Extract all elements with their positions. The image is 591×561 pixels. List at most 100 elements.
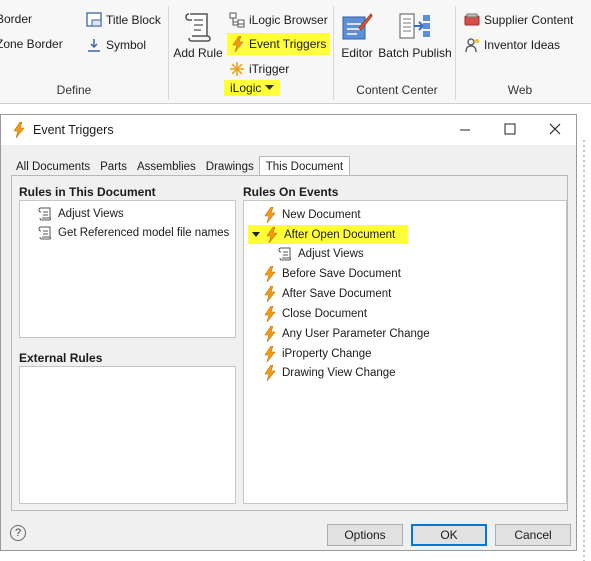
editor-label: Editor <box>341 46 373 60</box>
event-name: After Save Document <box>282 288 392 300</box>
supplier-content-icon <box>464 12 480 28</box>
rule-scroll-icon <box>278 247 292 261</box>
lightning-icon <box>264 346 276 362</box>
help-glyph: ? <box>14 527 22 539</box>
rules-on-events-label: Rules On Events <box>243 185 339 199</box>
lightning-icon <box>13 122 25 138</box>
event-triggers-dialog: Event Triggers All Documents Parts Assem… <box>0 114 577 551</box>
ilogic-browser-label: iLogic Browser <box>249 13 328 27</box>
add-rule-button[interactable]: Add Rule <box>172 10 224 60</box>
inventor-ideas-label: Inventor Ideas <box>484 38 561 52</box>
separator <box>455 6 456 100</box>
tab-parts[interactable]: Parts <box>95 158 132 176</box>
event-triggers-button[interactable]: Event Triggers <box>227 33 331 55</box>
event-item[interactable]: iProperty Change <box>264 346 372 362</box>
border-label: Border <box>0 12 33 26</box>
border-button[interactable]: Border <box>0 12 32 26</box>
event-name: Close Document <box>282 308 368 320</box>
event-item[interactable]: Before Save Document <box>264 266 401 282</box>
ilogic-browser-button[interactable]: iLogic Browser <box>229 12 328 28</box>
editor-icon <box>339 10 375 42</box>
dialog-title: Event Triggers <box>33 123 114 137</box>
scroll-icon <box>172 10 224 42</box>
batch-publish-button[interactable]: Batch Publish <box>378 10 452 60</box>
rules-in-document-label: Rules in This Document <box>19 185 156 199</box>
close-button[interactable] <box>547 121 563 137</box>
person-icon <box>464 37 480 53</box>
inventor-ideas-button[interactable]: Inventor Ideas <box>464 37 560 53</box>
rule-name: Adjust Views <box>298 248 364 260</box>
event-name: Drawing View Change <box>282 367 396 379</box>
drawing-canvas <box>578 140 591 561</box>
lightning-icon <box>264 266 276 282</box>
separator <box>168 6 169 100</box>
symbol-label: Symbol <box>106 38 147 52</box>
list-item[interactable]: Get Referenced model file names <box>38 226 229 240</box>
zone-border-label: Zone Border <box>0 37 63 51</box>
maximize-button[interactable] <box>502 121 518 137</box>
tab-panel: Rules in This Document Adjust Views Get … <box>11 175 568 511</box>
title-block-label: Title Block <box>106 13 161 27</box>
lightning-icon <box>264 326 276 342</box>
supplier-content-button[interactable]: Supplier Content <box>464 12 573 28</box>
external-rules-label: External Rules <box>19 351 103 365</box>
event-name: New Document <box>282 209 361 221</box>
event-child-rule[interactable]: Adjust Views <box>278 247 364 261</box>
cancel-button[interactable]: Cancel <box>495 524 571 546</box>
itrigger-button[interactable]: iTrigger <box>229 61 289 77</box>
event-item-expanded[interactable]: After Open Document <box>248 225 408 244</box>
lightning-icon <box>264 365 276 381</box>
tab-drawings[interactable]: Drawings <box>201 158 259 176</box>
ilogic-group-dropdown[interactable]: iLogic <box>224 80 281 96</box>
spark-icon <box>229 61 245 77</box>
web-group-label: Web <box>507 83 533 97</box>
content-center-group-label: Content Center <box>356 83 438 97</box>
supplier-content-label: Supplier Content <box>484 13 574 27</box>
event-item[interactable]: Drawing View Change <box>264 365 396 381</box>
tab-assemblies[interactable]: Assemblies <box>132 158 201 176</box>
rule-name: Adjust Views <box>58 208 124 220</box>
lightning-icon <box>264 207 276 223</box>
batch-publish-label: Batch Publish <box>378 46 452 60</box>
define-group-label: Define <box>56 83 92 97</box>
itrigger-label: iTrigger <box>249 62 290 76</box>
dialog-titlebar: Event Triggers <box>1 115 576 145</box>
ok-button[interactable]: OK <box>411 524 487 546</box>
rule-name: Get Referenced model file names <box>58 227 230 239</box>
batch-publish-icon <box>378 10 452 42</box>
rule-scroll-icon <box>38 226 52 240</box>
minimize-button[interactable] <box>457 121 473 137</box>
editor-button[interactable]: Editor <box>339 10 375 60</box>
event-name: iProperty Change <box>282 348 372 360</box>
event-name: Any User Parameter Change <box>282 328 430 340</box>
browser-tree-icon <box>229 12 245 28</box>
event-item[interactable]: New Document <box>264 207 361 223</box>
title-block-icon <box>86 12 102 28</box>
lightning-icon <box>264 306 276 322</box>
options-button[interactable]: Options <box>327 524 403 546</box>
symbol-button[interactable]: Symbol <box>86 37 146 53</box>
add-rule-label: Add Rule <box>173 46 223 60</box>
tab-this-document[interactable]: This Document <box>258 156 351 177</box>
tab-all-documents[interactable]: All Documents <box>11 158 95 176</box>
event-triggers-label: Event Triggers <box>249 37 327 51</box>
symbol-icon <box>86 37 102 53</box>
event-item[interactable]: Any User Parameter Change <box>264 326 430 342</box>
event-item[interactable]: Close Document <box>264 306 367 322</box>
external-rules-list[interactable] <box>19 366 236 504</box>
zone-border-button[interactable]: Zone Border <box>0 37 63 51</box>
ribbon: Border Zone Border Title Block Symbol De… <box>0 0 591 104</box>
expand-arrow-icon[interactable] <box>252 231 260 238</box>
help-icon[interactable]: ? <box>10 525 26 541</box>
lightning-icon <box>266 226 278 243</box>
rules-on-events-tree[interactable]: New Document After Open Document Adjust … <box>243 200 567 504</box>
ilogic-group-label: iLogic <box>230 81 262 95</box>
dropdown-arrow-icon <box>265 85 275 91</box>
title-block-button[interactable]: Title Block <box>86 12 161 28</box>
event-name: Before Save Document <box>282 268 401 280</box>
list-item[interactable]: Adjust Views <box>38 207 124 221</box>
event-item[interactable]: After Save Document <box>264 286 391 302</box>
lightning-icon <box>264 286 276 302</box>
rules-in-document-list[interactable]: Adjust Views Get Referenced model file n… <box>19 200 236 338</box>
event-name: After Open Document <box>284 228 396 241</box>
